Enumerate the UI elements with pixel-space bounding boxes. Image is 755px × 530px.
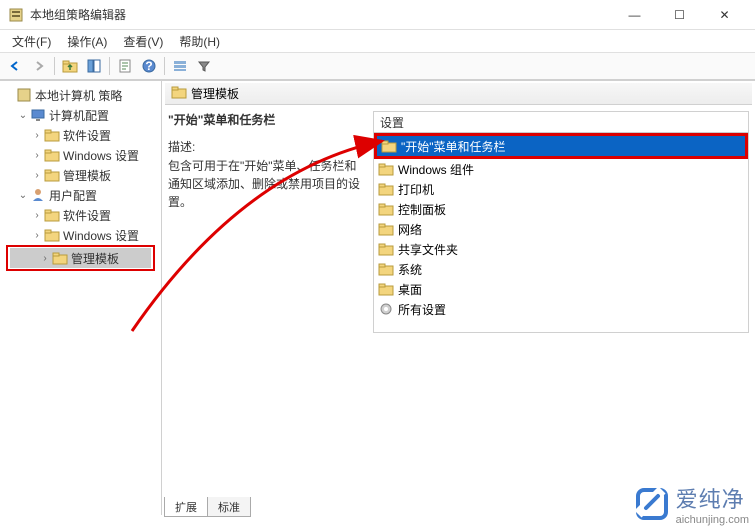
list-items: "开始"菜单和任务栏 Windows 组件 打印机 控制面板 (373, 133, 749, 333)
list-item-system[interactable]: 系统 (374, 259, 748, 279)
chevron-right-icon[interactable]: › (30, 130, 44, 141)
gear-icon (378, 301, 394, 317)
list-item-desktop[interactable]: 桌面 (374, 279, 748, 299)
svg-text:?: ? (145, 59, 152, 73)
menubar: 文件(F) 操作(A) 查看(V) 帮助(H) (0, 30, 755, 52)
list-item-all-settings[interactable]: 所有设置 (374, 299, 748, 319)
annotation-highlight-list: "开始"菜单和任务栏 (374, 133, 748, 159)
list-item-shared-folders[interactable]: 共享文件夹 (374, 239, 748, 259)
annotation-highlight-tree: › 管理模板 (6, 245, 155, 271)
policy-icon (16, 87, 32, 103)
folder-icon (378, 281, 394, 297)
watermark-logo-icon (634, 486, 670, 522)
user-icon (30, 187, 46, 203)
tree-software-settings-user[interactable]: › 软件设置 (2, 205, 159, 225)
folder-icon (378, 221, 394, 237)
chevron-right-icon[interactable]: › (30, 210, 44, 221)
up-button[interactable] (59, 55, 81, 77)
content-panel: 管理模板 "开始"菜单和任务栏 描述: 包含可用于在"开始"菜单、任务栏和通知区… (162, 81, 755, 515)
section-title: "开始"菜单和任务栏 (168, 111, 365, 128)
maximize-button[interactable]: ☐ (657, 1, 702, 29)
nav-back-button[interactable] (4, 55, 26, 77)
chevron-down-icon[interactable]: ⌄ (16, 190, 30, 201)
tree-windows-settings-user[interactable]: › Windows 设置 (2, 225, 159, 245)
menu-action[interactable]: 操作(A) (59, 31, 115, 52)
folder-icon (44, 147, 60, 163)
folder-icon (378, 201, 394, 217)
tab-extended[interactable]: 扩展 (164, 497, 208, 517)
show-hide-button[interactable] (83, 55, 105, 77)
chevron-right-icon[interactable]: › (38, 253, 52, 264)
tabstrip: 扩展 标准 (164, 497, 250, 517)
chevron-right-icon[interactable]: › (30, 150, 44, 161)
content-header-title: 管理模板 (191, 85, 239, 102)
content-body: "开始"菜单和任务栏 描述: 包含可用于在"开始"菜单、任务栏和通知区域添加、删… (162, 105, 755, 515)
menu-help[interactable]: 帮助(H) (171, 31, 228, 52)
app-icon (8, 7, 24, 23)
tree-root[interactable]: 本地计算机 策略 (2, 85, 159, 105)
chevron-right-icon[interactable]: › (30, 230, 44, 241)
watermark-text-en: aichunjing.com (676, 514, 749, 526)
folder-icon (44, 227, 60, 243)
toolbar-separator (54, 57, 55, 75)
main-area: 本地计算机 策略 ⌄ 计算机配置 › 软件设置 › Windows 设置 › 管… (0, 80, 755, 515)
description-label: 描述: (168, 138, 365, 155)
folder-icon (52, 250, 68, 266)
toolbar-separator (109, 57, 110, 75)
folder-icon (378, 241, 394, 257)
properties-button[interactable] (114, 55, 136, 77)
description-column: "开始"菜单和任务栏 描述: 包含可用于在"开始"菜单、任务栏和通知区域添加、删… (168, 111, 373, 509)
list-header-setting[interactable]: 设置 (373, 111, 749, 133)
window-title: 本地组策略编辑器 (30, 6, 612, 23)
list-item-start-menu[interactable]: "开始"菜单和任务栏 (377, 136, 745, 156)
folder-icon (378, 261, 394, 277)
tree-software-settings[interactable]: › 软件设置 (2, 125, 159, 145)
computer-icon (30, 107, 46, 123)
list-item-control-panel[interactable]: 控制面板 (374, 199, 748, 219)
chevron-right-icon[interactable]: › (30, 170, 44, 181)
toolbar: ? (0, 52, 755, 80)
folder-icon (171, 84, 187, 103)
tree-windows-settings[interactable]: › Windows 设置 (2, 145, 159, 165)
folder-icon (378, 181, 394, 197)
details-button[interactable] (169, 55, 191, 77)
tree-admin-templates-user[interactable]: › 管理模板 (10, 248, 151, 268)
help-icon[interactable]: ? (138, 55, 160, 77)
close-button[interactable]: ✕ (702, 1, 747, 29)
folder-icon (381, 138, 397, 154)
list-column: 设置 "开始"菜单和任务栏 Windows 组件 (373, 111, 749, 509)
folder-icon (44, 127, 60, 143)
menu-view[interactable]: 查看(V) (115, 31, 171, 52)
toolbar-separator (164, 57, 165, 75)
folder-icon (44, 207, 60, 223)
watermark-text-cn: 爱纯净 (676, 482, 749, 514)
menu-file[interactable]: 文件(F) (4, 31, 59, 52)
list-item-printers[interactable]: 打印机 (374, 179, 748, 199)
tree-admin-templates-computer[interactable]: › 管理模板 (2, 165, 159, 185)
description-text: 包含可用于在"开始"菜单、任务栏和通知区域添加、删除或禁用项目的设置。 (168, 157, 365, 211)
tree-user-config[interactable]: ⌄ 用户配置 (2, 185, 159, 205)
list-item-network[interactable]: 网络 (374, 219, 748, 239)
folder-icon (378, 161, 394, 177)
tab-standard[interactable]: 标准 (207, 497, 251, 517)
tree-computer-config[interactable]: ⌄ 计算机配置 (2, 105, 159, 125)
watermark: 爱纯净 aichunjing.com (634, 482, 749, 526)
nav-forward-button[interactable] (28, 55, 50, 77)
list-item-windows-components[interactable]: Windows 组件 (374, 159, 748, 179)
folder-icon (44, 167, 60, 183)
minimize-button[interactable]: — (612, 1, 657, 29)
chevron-down-icon[interactable]: ⌄ (16, 110, 30, 121)
filter-icon[interactable] (193, 55, 215, 77)
tree-panel: 本地计算机 策略 ⌄ 计算机配置 › 软件设置 › Windows 设置 › 管… (0, 81, 162, 515)
content-header: 管理模板 (165, 83, 752, 105)
titlebar: 本地组策略编辑器 — ☐ ✕ (0, 0, 755, 30)
